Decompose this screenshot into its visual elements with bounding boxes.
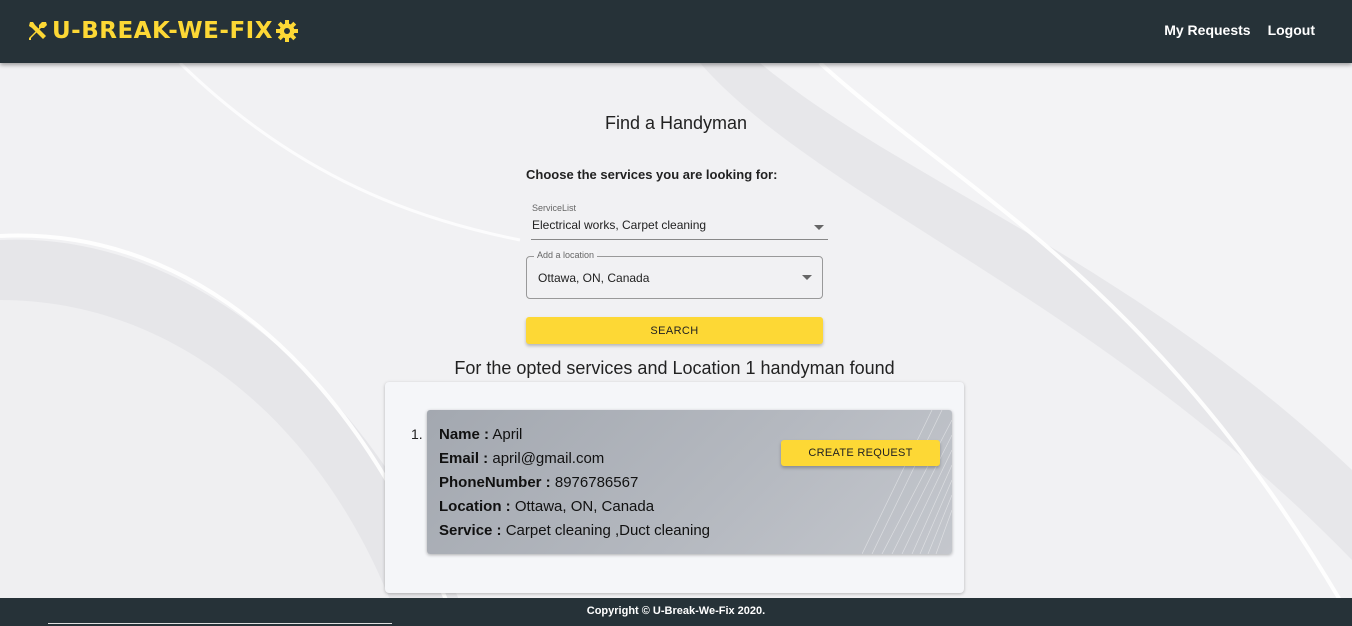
location-value: Ottawa, ON, Canada (538, 271, 650, 285)
handyman-service: Service : Carpet cleaning ,Duct cleaning (439, 522, 710, 539)
my-requests-link[interactable]: My Requests (1164, 22, 1250, 38)
handyman-name: Name : April (439, 426, 522, 443)
tools-icon (29, 22, 47, 40)
service-label: Service : (439, 522, 502, 539)
results-list: 1. Name : April Email : april@gmail.com … (385, 382, 964, 593)
chevron-down-icon (814, 225, 824, 230)
nav-links: My Requests Logout (1164, 22, 1315, 38)
name-label: Name : (439, 426, 490, 443)
brand-name: U-BREAK-WE-FIX (52, 18, 273, 44)
footer-divider (48, 623, 392, 624)
results-heading: For the opted services and Location 1 ha… (454, 358, 895, 378)
service-list-caption: ServiceList (532, 203, 577, 213)
gear-icon (275, 20, 298, 42)
create-request-button[interactable]: CREATE REQUEST (781, 440, 940, 466)
brand-logo[interactable]: U-BREAK-WE-FIX (26, 14, 299, 48)
location-caption: Add a location (534, 250, 598, 260)
services-prompt: Choose the services you are looking for: (526, 167, 778, 182)
list-item-number: 1. (411, 426, 423, 442)
phone-label: PhoneNumber : (439, 474, 551, 491)
email-label: Email : (439, 450, 489, 467)
service-list-value: Electrical works, Carpet cleaning (532, 218, 707, 232)
page-title: Find a Handyman (604, 113, 748, 133)
location-value: Ottawa, ON, Canada (514, 498, 655, 515)
handyman-card: Name : April Email : april@gmail.com Pho… (427, 410, 952, 554)
handyman-phone: PhoneNumber : 8976786567 (439, 474, 638, 491)
footer: Copyright © U-Break-We-Fix 2020. (0, 598, 1352, 626)
location-label: Location : (439, 498, 511, 515)
handyman-email: Email : april@gmail.com (439, 450, 604, 467)
name-value: April (492, 426, 523, 443)
phone-value: 8976786567 (554, 474, 639, 491)
handyman-location: Location : Ottawa, ON, Canada (439, 498, 654, 515)
search-button[interactable]: SEARCH (526, 317, 823, 344)
service-value: Carpet cleaning ,Duct cleaning (505, 522, 711, 539)
location-select[interactable]: Add a location Ottawa, ON, Canada (526, 250, 823, 299)
service-list-select[interactable]: ServiceList Electrical works, Carpet cle… (531, 203, 828, 240)
email-value: april@gmail.com (492, 450, 605, 467)
card-texture (862, 410, 952, 554)
top-navbar: U-BREAK-WE-FIX My Requests Logout (0, 0, 1352, 63)
copyright-text: Copyright © U-Break-We-Fix 2020. (586, 605, 766, 617)
chevron-down-icon (802, 275, 812, 280)
logout-link[interactable]: Logout (1268, 22, 1315, 38)
